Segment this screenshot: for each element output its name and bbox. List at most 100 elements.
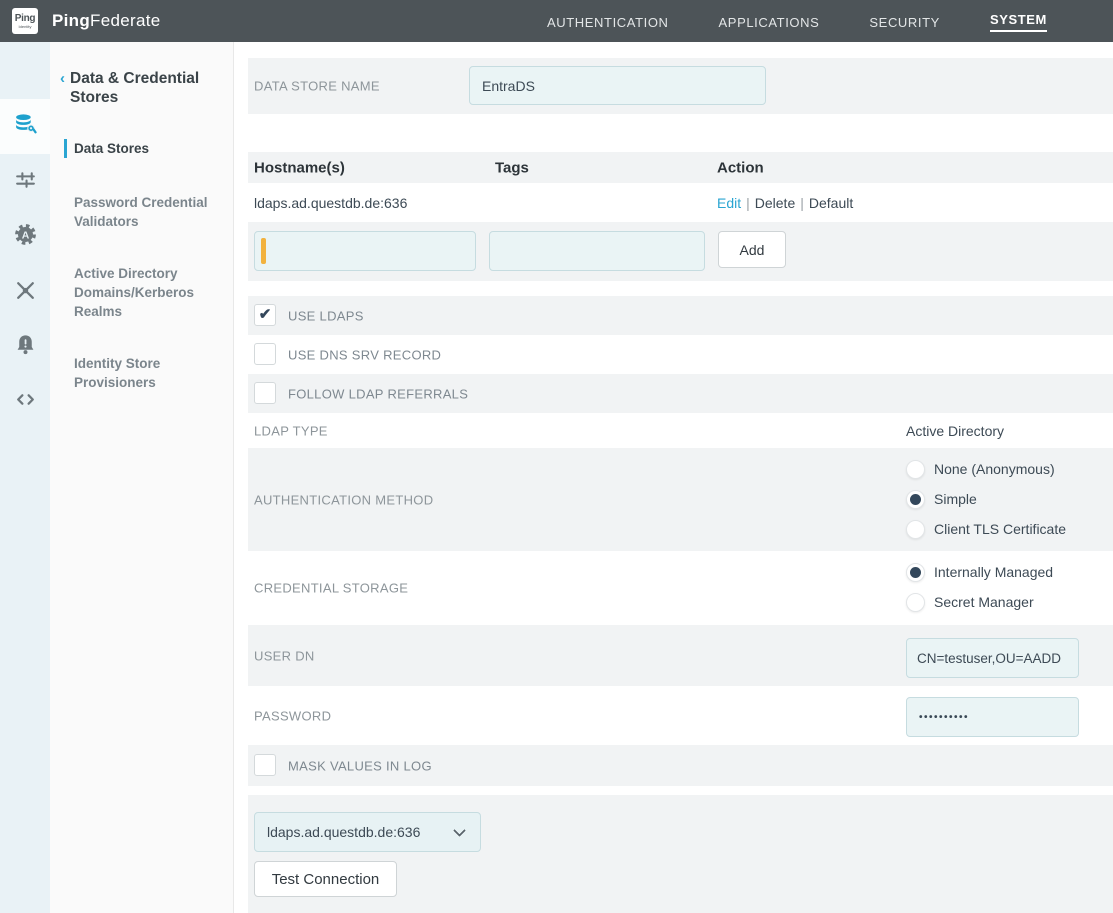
gear-a-icon: A: [13, 222, 38, 252]
sliders-icon: [13, 167, 38, 197]
auth-option-simple[interactable]: Simple: [906, 484, 1066, 514]
user-dn-row: USER DN: [248, 625, 1113, 686]
data-store-rail-item[interactable]: [0, 99, 50, 154]
sliders-rail-item[interactable]: [0, 154, 50, 209]
alert-bell-icon: [13, 332, 38, 362]
password-label: PASSWORD: [254, 708, 331, 723]
hostnames-table-header: Hostname(s) Tags Action: [248, 152, 1113, 183]
data-store-name-input[interactable]: [469, 66, 766, 105]
nav-applications[interactable]: APPLICATIONS: [719, 13, 820, 30]
storage-option-secret-manager[interactable]: Secret Manager: [906, 587, 1053, 617]
chevron-down-icon: [453, 824, 466, 837]
authentication-method-radio-group: None (Anonymous) Simple Client TLS Certi…: [906, 454, 1066, 544]
new-hostname-input[interactable]: [254, 231, 476, 271]
nav-authentication[interactable]: AUTHENTICATION: [547, 13, 669, 30]
add-hostname-row: Add: [248, 222, 1113, 281]
password-input[interactable]: [906, 697, 1079, 737]
app-title-light: Federate: [90, 11, 160, 30]
ping-identity-logo[interactable]: Ping Identity: [12, 8, 38, 34]
delete-link[interactable]: Delete: [755, 195, 795, 211]
credential-storage-radio-group: Internally Managed Secret Manager: [906, 557, 1053, 617]
radio-icon: [906, 563, 925, 582]
follow-ldap-referrals-checkbox[interactable]: ✔: [254, 382, 276, 404]
ldap-type-value: Active Directory: [906, 423, 1004, 439]
edit-link[interactable]: Edit: [717, 195, 741, 211]
icon-rail: A: [0, 42, 50, 913]
sidenav-item-data-stores[interactable]: Data Stores: [64, 139, 223, 158]
authentication-method-label: AUTHENTICATION METHOD: [254, 492, 433, 507]
auth-option-client-tls-label: Client TLS Certificate: [934, 521, 1066, 537]
storage-option-secret-manager-label: Secret Manager: [934, 594, 1034, 610]
hostname-column-header: Hostname(s): [254, 159, 345, 176]
radio-icon: [906, 593, 925, 612]
radio-icon: [906, 520, 925, 539]
new-tags-input[interactable]: [489, 231, 705, 271]
sidenav-item-password-credential-validators[interactable]: Password Credential Validators: [64, 193, 223, 231]
rail-spacer: [0, 42, 50, 99]
use-ldaps-checkbox[interactable]: ✔: [254, 304, 276, 326]
user-dn-input[interactable]: [906, 638, 1079, 678]
code-icon: [13, 387, 38, 417]
storage-option-internally-managed-label: Internally Managed: [934, 564, 1053, 580]
tags-column-header: Tags: [495, 159, 529, 176]
credential-storage-label: CREDENTIAL STORAGE: [254, 581, 408, 596]
authentication-method-row: AUTHENTICATION METHOD None (Anonymous) S…: [248, 448, 1113, 551]
mask-values-label: MASK VALUES IN LOG: [288, 758, 432, 773]
user-dn-label: USER DN: [254, 648, 315, 663]
mask-values-checkbox[interactable]: ✔: [254, 754, 276, 776]
action-cell: Edit|Delete|Default: [717, 195, 853, 211]
check-icon: ✔: [259, 305, 272, 323]
hostname-select-value: ldaps.ad.questdb.de:636: [267, 824, 420, 840]
use-ldaps-row: ✔ USE LDAPS: [248, 296, 1113, 335]
side-navigation: ‹ Data & Credential Stores Data Stores P…: [50, 42, 234, 913]
use-dns-srv-label: USE DNS SRV RECORD: [288, 347, 441, 362]
default-link[interactable]: Default: [809, 195, 853, 211]
credential-storage-row: CREDENTIAL STORAGE Internally Managed Se…: [248, 551, 1113, 625]
sidenav-heading-label: Data & Credential Stores: [70, 69, 223, 107]
test-connection-button[interactable]: Test Connection: [254, 861, 397, 897]
gear-rail-item[interactable]: A: [0, 209, 50, 264]
nav-security[interactable]: SECURITY: [869, 13, 940, 30]
code-rail-item[interactable]: [0, 374, 50, 429]
sidenav-heading[interactable]: ‹ Data & Credential Stores: [60, 69, 223, 107]
ldap-type-row: LDAP TYPE Active Directory: [248, 413, 1113, 448]
use-dns-srv-checkbox[interactable]: ✔: [254, 343, 276, 365]
mask-values-row: ✔ MASK VALUES IN LOG: [248, 745, 1113, 786]
network-rail-item[interactable]: [0, 264, 50, 319]
network-icon: [13, 277, 38, 307]
radio-icon: [906, 460, 925, 479]
main-content: DATA STORE NAME Hostname(s) Tags Action …: [235, 42, 1113, 913]
hostname-cell: ldaps.ad.questdb.de:636: [254, 195, 407, 211]
action-separator: |: [741, 195, 755, 211]
use-dns-srv-row: ✔ USE DNS SRV RECORD: [248, 335, 1113, 374]
hostname-table-row: ldaps.ad.questdb.de:636 Edit|Delete|Defa…: [248, 183, 1113, 222]
svg-text:A: A: [21, 230, 29, 241]
top-bar: Ping Identity PingFederate AUTHENTICATIO…: [0, 0, 1113, 42]
hostname-select[interactable]: ldaps.ad.questdb.de:636: [254, 812, 481, 852]
data-store-name-label: DATA STORE NAME: [254, 79, 380, 94]
app-title: PingFederate: [52, 11, 160, 31]
top-navigation: AUTHENTICATION APPLICATIONS SECURITY SYS…: [547, 0, 1047, 42]
auth-option-none[interactable]: None (Anonymous): [906, 454, 1066, 484]
use-ldaps-label: USE LDAPS: [288, 308, 364, 323]
follow-ldap-referrals-label: FOLLOW LDAP REFERRALS: [288, 386, 468, 401]
radio-icon: [906, 490, 925, 509]
logo-text: Ping: [15, 14, 35, 24]
logo-subtext: Identity: [19, 25, 32, 29]
auth-option-simple-label: Simple: [934, 491, 977, 507]
sidenav-item-identity-store-provisioners[interactable]: Identity Store Provisioners: [64, 354, 223, 392]
ldap-type-label: LDAP TYPE: [254, 423, 328, 438]
data-store-icon: [13, 112, 38, 142]
text-cursor: [261, 238, 266, 264]
storage-option-internally-managed[interactable]: Internally Managed: [906, 557, 1053, 587]
sidenav-item-ad-domains-kerberos[interactable]: Active Directory Domains/Kerberos Realms: [64, 264, 223, 321]
add-button[interactable]: Add: [718, 231, 786, 268]
test-connection-section: ldaps.ad.questdb.de:636 Test Connection: [248, 795, 1113, 913]
action-column-header: Action: [717, 159, 764, 176]
auth-option-client-tls[interactable]: Client TLS Certificate: [906, 514, 1066, 544]
alerts-rail-item[interactable]: [0, 319, 50, 374]
chevron-left-icon: ‹: [60, 69, 65, 107]
nav-system[interactable]: SYSTEM: [990, 10, 1047, 32]
app-title-bold: Ping: [52, 11, 90, 30]
action-separator: |: [795, 195, 809, 211]
